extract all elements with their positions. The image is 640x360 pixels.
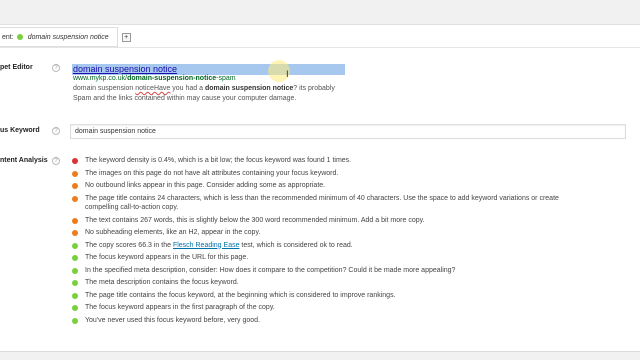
analysis-text: The text contains 267 words, this is sli… [85,216,425,224]
status-dot-icon [16,34,23,40]
analysis-item: The focus keyword appears in the first p… [72,303,592,313]
analysis-text: The images on this page do not have alt … [85,169,339,177]
content-analysis-label: ntent Analysis [0,157,48,164]
status-bullet-icon [72,292,78,299]
analysis-item: In the specified meta description, consi… [72,266,592,276]
status-bullet-icon [72,280,78,286]
snippet-url[interactable]: www.mykp.co.uk/domain-suspension-notice-… [73,75,236,82]
analysis-text: test, which is considered ok to read. [239,241,353,249]
analysis-text: You've never used this focus keyword bef… [85,316,261,324]
status-bullet-icon [72,305,78,311]
snippet-description[interactable]: domain suspension noticeHave you had a d… [73,84,343,103]
desc-misspelled: noticeHave [135,85,171,92]
status-bullet-icon [72,267,78,274]
analysis-item: No subheading elements, like an H2, appe… [72,228,592,238]
snippet-url-suffix: -spam [216,75,236,82]
analysis-item: The images on this page do not have alt … [72,169,592,179]
analysis-text: No outbound links appear in this page. C… [85,182,326,189]
status-bullet-icon [72,217,78,224]
content-analysis-list: The keyword density is 0.4%, which is a … [72,156,592,328]
top-strip [0,0,640,4]
keyword-tab-bar: ent: domain suspension notice + [0,27,131,47]
analysis-item: You've never used this focus keyword bef… [72,316,592,326]
analysis-item: No outbound links appear in this page. C… [72,181,592,191]
keyword-tab-label: ent: [2,33,14,41]
analysis-item: The text contains 267 words, this is sli… [72,216,592,226]
status-bullet-icon [72,230,78,236]
help-icon[interactable]: ? [52,157,60,165]
status-bullet-icon [72,170,78,177]
analysis-text: The focus keyword appears in the URL for… [85,254,249,261]
status-bullet-icon [72,317,78,324]
desc-part: domain suspension [73,85,136,92]
analysis-text: The page title contains the focus keywor… [85,291,396,299]
snippet-url-slug: domain-suspension-notice [127,75,217,82]
analysis-text: The copy scores 66.3 in the [85,241,173,249]
analysis-text: The meta description contains the focus … [85,279,239,286]
status-bullet-icon [72,242,78,249]
snippet-editor-label: pet Editor [0,64,33,71]
snippet-url-prefix: www.mykp.co.uk/ [73,75,128,82]
analysis-text: The page title contains 24 characters, w… [85,194,559,212]
analysis-item: The meta description contains the focus … [72,278,592,288]
analysis-item: The copy scores 66.3 in the Flesch Readi… [72,241,592,251]
tab-divider [0,47,640,48]
snippet-title[interactable]: domain suspension notice [72,64,345,75]
flesch-reading-ease-link[interactable]: Flesch Reading Ease [173,242,240,249]
analysis-item: The page title contains the focus keywor… [72,291,592,301]
add-keyword-button[interactable]: + [121,32,131,42]
analysis-text: In the specified meta description, consi… [85,266,456,274]
keyword-tab[interactable]: ent: domain suspension notice [0,27,118,47]
analysis-text: The focus keyword appears in the first p… [85,304,275,311]
desc-part: you had a [170,85,205,92]
analysis-item: The focus keyword appears in the URL for… [72,253,592,263]
analysis-text: No subheading elements, like an H2, appe… [85,229,261,236]
analysis-text: The keyword density is 0.4%, which is a … [85,157,352,164]
keyword-tab-keyword: domain suspension notice [27,33,109,41]
help-icon[interactable]: ? [52,64,60,72]
text-cursor-icon: I [286,70,289,80]
analysis-item: The page title contains 24 characters, w… [72,194,592,213]
status-bullet-icon [72,158,78,164]
help-icon[interactable]: ? [52,127,60,135]
desc-keyword: domain suspension notice [204,85,294,92]
status-bullet-icon [72,255,78,261]
analysis-item: The keyword density is 0.4%, which is a … [72,156,592,166]
status-bullet-icon [72,195,78,202]
status-bullet-icon [72,183,78,189]
focus-keyword-label: us Keyword [0,127,40,134]
focus-keyword-input[interactable]: domain suspension notice [70,124,626,139]
